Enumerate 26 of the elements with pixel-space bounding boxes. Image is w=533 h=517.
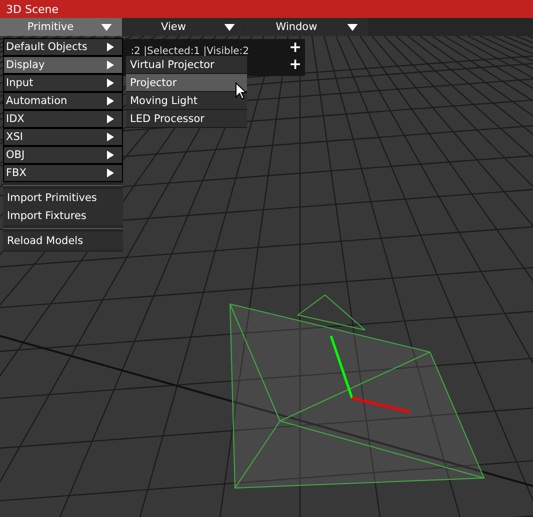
menu-item[interactable]: Input: [3, 74, 123, 92]
menu-item[interactable]: Display: [3, 56, 123, 74]
menu-item[interactable]: XSI: [3, 128, 123, 146]
add-button[interactable]: +: [289, 39, 301, 56]
menu-button[interactable]: View: [123, 18, 245, 36]
menu-button[interactable]: Window: [246, 18, 368, 36]
menu-item[interactable]: Automation: [3, 92, 123, 110]
caret-icon: [224, 24, 235, 30]
caret-icon: [101, 24, 112, 30]
menu-button[interactable]: Primitive: [0, 18, 122, 36]
menu-item[interactable]: Reload Models: [3, 232, 123, 250]
menu-item[interactable]: Moving Light: [126, 92, 247, 110]
stats-text: :2 |Selected:1 |Visible:2: [130, 46, 249, 57]
menu-item[interactable]: Virtual Projector: [126, 56, 247, 74]
menu-item[interactable]: IDX: [3, 110, 123, 128]
window-title: 3D Scene: [6, 2, 59, 16]
menu-item[interactable]: OBJ: [3, 146, 123, 164]
caret-icon: [347, 24, 358, 30]
menu-item[interactable]: FBX: [3, 164, 123, 182]
add-button[interactable]: +: [289, 56, 301, 73]
menu-item[interactable]: Projector: [126, 74, 247, 92]
menu-item[interactable]: Import Fixtures: [3, 207, 123, 225]
menu-item[interactable]: Import Primitives: [3, 189, 123, 207]
menu-item[interactable]: Default Objects: [3, 38, 123, 56]
menu-item[interactable]: LED Processor: [126, 110, 247, 128]
cursor-icon: [235, 82, 247, 100]
